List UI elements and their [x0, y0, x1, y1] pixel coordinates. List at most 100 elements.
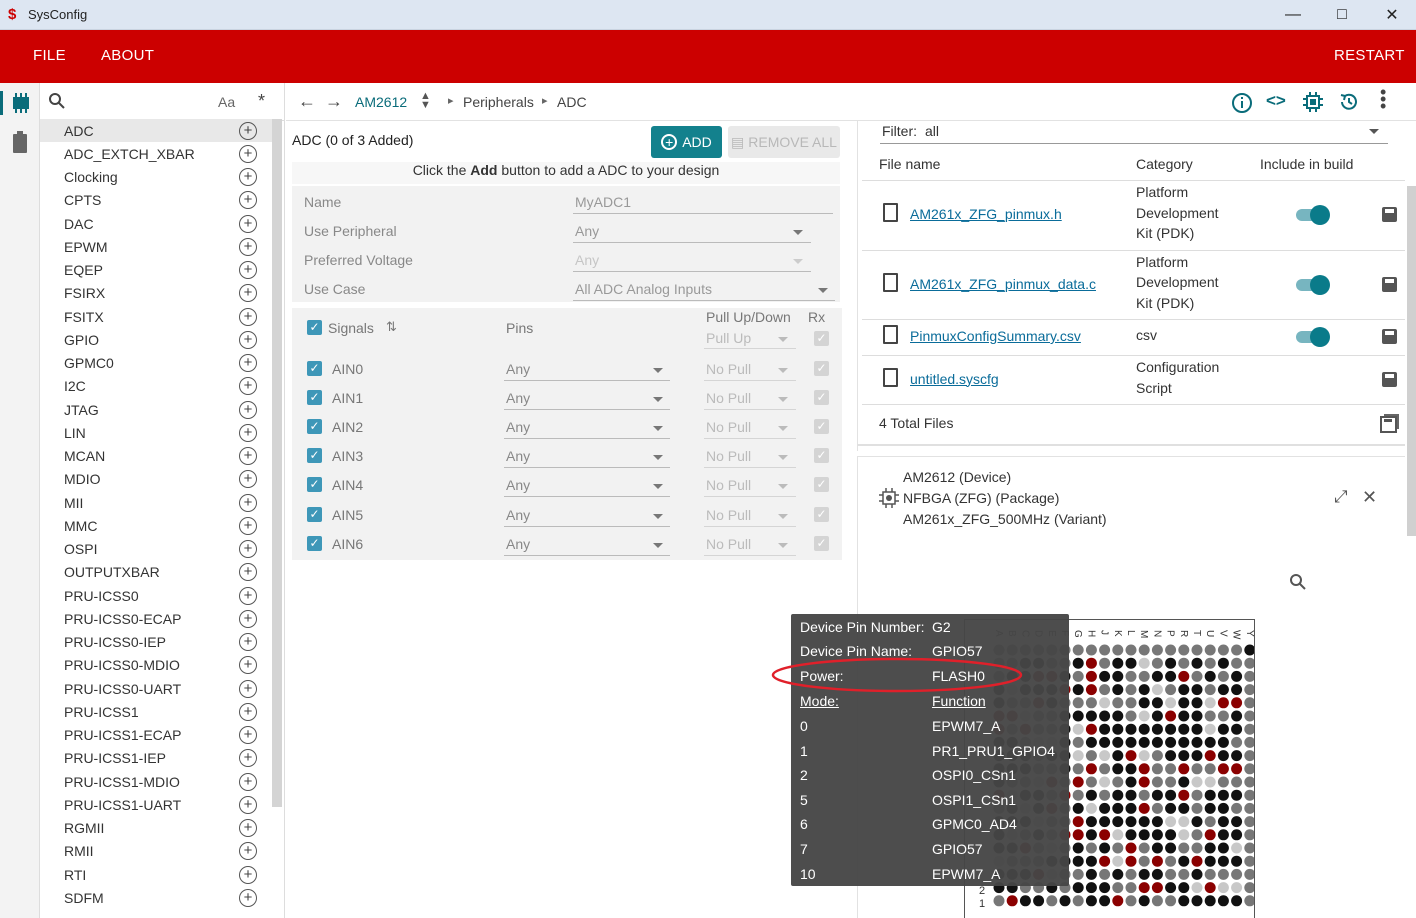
file-link[interactable]: PinmuxConfigSummary.csv [910, 328, 1081, 344]
signal-checkbox[interactable]: ✓ [307, 477, 322, 493]
sidebar-item-adc_extch_xbar[interactable]: ADC_EXTCH_XBAR + [40, 142, 272, 165]
rx-all-checkbox[interactable]: ✓ [814, 331, 829, 346]
filter-select[interactable]: all [925, 123, 939, 139]
sidebar-item-pru-icss1-ecap[interactable]: PRU-ICSS1-ECAP + [40, 724, 272, 747]
sidebar-item-mdio[interactable]: MDIO + [40, 468, 272, 491]
add-module-icon[interactable]: + [239, 330, 257, 349]
sidebar-item-pru-icss1-mdio[interactable]: PRU-ICSS1-MDIO + [40, 770, 272, 793]
add-module-icon[interactable]: + [239, 121, 257, 140]
pull-select[interactable]: No Pull [706, 390, 751, 406]
file-link[interactable]: AM261x_ZFG_pinmux.h [910, 206, 1062, 222]
add-module-icon[interactable]: + [239, 586, 257, 605]
menu-file[interactable]: FILE [33, 47, 66, 64]
sidebar-item-mmc[interactable]: MMC + [40, 514, 272, 537]
sidebar-item-ospi[interactable]: OSPI + [40, 538, 272, 561]
sidebar-item-pru-icss0-uart[interactable]: PRU-ICSS0-UART + [40, 677, 272, 700]
save-all-icon[interactable] [1380, 413, 1400, 433]
device-view-icon[interactable] [1303, 92, 1323, 112]
file-link[interactable]: AM261x_ZFG_pinmux_data.c [910, 276, 1096, 292]
zoom-search-icon[interactable] [1289, 573, 1306, 590]
history-icon[interactable] [1338, 91, 1360, 113]
rx-checkbox[interactable]: ✓ [814, 419, 829, 435]
name-field[interactable]: MyADC1 [575, 194, 631, 210]
breadcrumb-peripherals[interactable]: Peripherals [463, 94, 534, 110]
pin-select[interactable]: Any [506, 419, 530, 435]
signal-checkbox[interactable]: ✓ [307, 506, 322, 522]
remove-all-button[interactable]: ▤ REMOVE ALL [728, 126, 840, 158]
back-arrow-icon[interactable]: ← [298, 91, 316, 112]
regex-toggle[interactable]: * [258, 91, 265, 112]
use-case-select[interactable]: All ADC Analog Inputs [575, 281, 712, 297]
include-toggle[interactable] [1296, 274, 1330, 295]
device-link[interactable]: AM2612 [355, 94, 407, 110]
sidebar-item-pru-icss1-iep[interactable]: PRU-ICSS1-IEP + [40, 747, 272, 770]
pin-select[interactable]: Any [506, 507, 530, 523]
battery-icon[interactable] [13, 131, 27, 153]
add-module-icon[interactable]: + [239, 540, 257, 558]
save-icon[interactable] [1382, 207, 1397, 222]
add-module-icon[interactable]: + [239, 284, 257, 303]
sidebar-item-pru-icss1[interactable]: PRU-ICSS1 + [40, 700, 272, 723]
use-peripheral-select[interactable]: Any [575, 223, 599, 239]
pull-select[interactable]: No Pull [706, 536, 751, 552]
match-case-toggle[interactable]: Aa [218, 94, 235, 110]
pull-select[interactable]: No Pull [706, 507, 751, 523]
pin-select[interactable]: Any [506, 390, 530, 406]
preferred-voltage-select[interactable]: Any [575, 252, 599, 268]
save-icon[interactable] [1382, 276, 1397, 292]
add-module-icon[interactable]: + [239, 191, 257, 210]
add-module-icon[interactable]: + [239, 865, 257, 884]
sidebar-item-outputxbar[interactable]: OUTPUTXBAR + [40, 561, 272, 584]
file-link[interactable]: untitled.syscfg [910, 371, 999, 387]
sidebar-item-mii[interactable]: MII + [40, 491, 272, 514]
sidebar-item-lin[interactable]: LIN + [40, 421, 272, 444]
info-icon[interactable] [1231, 92, 1253, 114]
pull-select[interactable]: No Pull [706, 361, 751, 377]
sidebar-item-rti[interactable]: RTI + [40, 863, 272, 886]
sidebar-item-jtag[interactable]: JTAG + [40, 398, 272, 421]
add-module-icon[interactable]: + [239, 307, 257, 326]
sidebar-item-rmii[interactable]: RMII + [40, 840, 272, 863]
add-module-icon[interactable]: + [239, 633, 257, 651]
pin-select[interactable]: Any [506, 448, 530, 464]
menu-about[interactable]: ABOUT [101, 47, 154, 64]
sidebar-item-gpmc0[interactable]: GPMC0 + [40, 352, 272, 375]
pull-default-select[interactable]: Pull Up [706, 330, 751, 346]
search-icon[interactable] [48, 92, 65, 109]
add-module-icon[interactable]: + [239, 423, 257, 442]
rx-checkbox[interactable]: ✓ [814, 448, 829, 464]
sidebar-item-pru-icss0-iep[interactable]: PRU-ICSS0-IEP + [40, 631, 272, 654]
add-module-icon[interactable]: + [239, 400, 257, 419]
files-scrollbar[interactable] [1407, 186, 1416, 536]
add-module-icon[interactable]: + [239, 237, 257, 256]
sidebar-item-gpio[interactable]: GPIO + [40, 328, 272, 351]
add-module-icon[interactable]: + [239, 842, 257, 861]
add-module-icon[interactable]: + [239, 679, 257, 698]
add-module-icon[interactable]: + [239, 447, 257, 465]
sidebar-item-adc[interactable]: ADC + [40, 119, 272, 142]
expand-icon[interactable]: ⤢ [1334, 487, 1348, 507]
forward-arrow-icon[interactable]: → [325, 91, 343, 112]
sidebar-item-fsitx[interactable]: FSITX + [40, 305, 272, 328]
sidebar-item-i2c[interactable]: I2C + [40, 375, 272, 398]
save-icon[interactable] [1382, 371, 1397, 387]
sidebar-item-pru-icss0-ecap[interactable]: PRU-ICSS0-ECAP + [40, 607, 272, 630]
sidebar-item-rgmii[interactable]: RGMII + [40, 817, 272, 840]
code-icon[interactable]: <> [1266, 91, 1286, 111]
sidebar-item-sdfm[interactable]: SDFM + [40, 886, 272, 909]
chip-icon[interactable] [10, 93, 32, 113]
save-icon[interactable] [1382, 329, 1397, 344]
add-module-icon[interactable]: + [239, 144, 257, 163]
sidebar-item-pru-icss0-mdio[interactable]: PRU-ICSS0-MDIO + [40, 654, 272, 677]
sidebar-item-pru-icss1-uart[interactable]: PRU-ICSS1-UART + [40, 793, 272, 816]
add-module-icon[interactable]: + [239, 656, 257, 675]
pin-select[interactable]: Any [506, 477, 530, 493]
pin-select[interactable]: Any [506, 536, 530, 552]
sidebar-item-pru-icss0[interactable]: PRU-ICSS0 + [40, 584, 272, 607]
signal-checkbox[interactable]: ✓ [307, 361, 322, 376]
add-module-icon[interactable]: + [239, 470, 257, 489]
add-module-icon[interactable]: + [239, 493, 257, 512]
rx-checkbox[interactable]: ✓ [814, 535, 829, 551]
more-options-icon[interactable]: • • • [1380, 83, 1386, 115]
close-icon[interactable]: ✕ [1362, 487, 1377, 508]
